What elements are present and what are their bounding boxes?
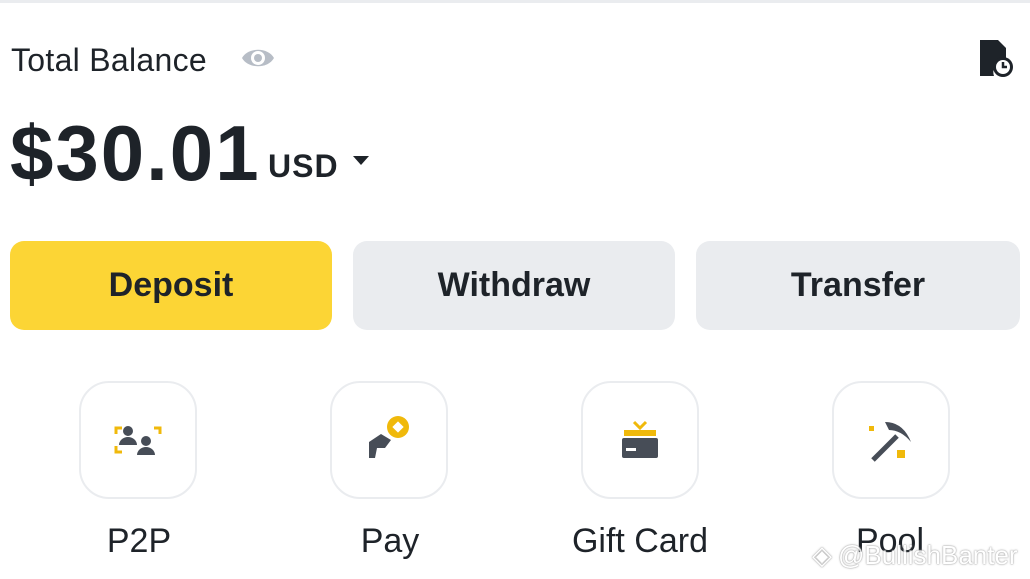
p2p-tile[interactable] <box>79 381 197 499</box>
eye-icon[interactable] <box>240 43 276 73</box>
balance-amount: $30.01 <box>10 109 261 197</box>
gift-card-label: Gift Card <box>571 522 709 560</box>
top-divider <box>0 0 1030 3</box>
pay-tile[interactable] <box>330 381 448 499</box>
p2p-label: P2P <box>106 522 172 560</box>
withdraw-button[interactable]: Withdraw <box>353 241 675 330</box>
total-balance-label: Total Balance <box>11 42 208 78</box>
pool-tile[interactable] <box>832 381 950 499</box>
transfer-button[interactable]: Transfer <box>696 241 1020 330</box>
gift-card-tile[interactable] <box>581 381 699 499</box>
p2p-icon <box>114 426 162 455</box>
watermark-text: @BullishBanter <box>838 540 1018 570</box>
pay-icon <box>369 416 409 458</box>
gift-card-icon <box>622 420 658 458</box>
deposit-button[interactable]: Deposit <box>10 241 332 330</box>
watermark: ◈ @BullishBanter <box>812 540 1018 571</box>
currency-selector-label[interactable]: USD <box>268 148 339 185</box>
pay-label: Pay <box>360 522 420 560</box>
chevron-down-icon[interactable] <box>353 156 369 165</box>
history-icon[interactable] <box>976 38 1014 78</box>
diamond-icon: ◈ <box>812 540 832 570</box>
pickaxe-icon <box>869 422 911 462</box>
